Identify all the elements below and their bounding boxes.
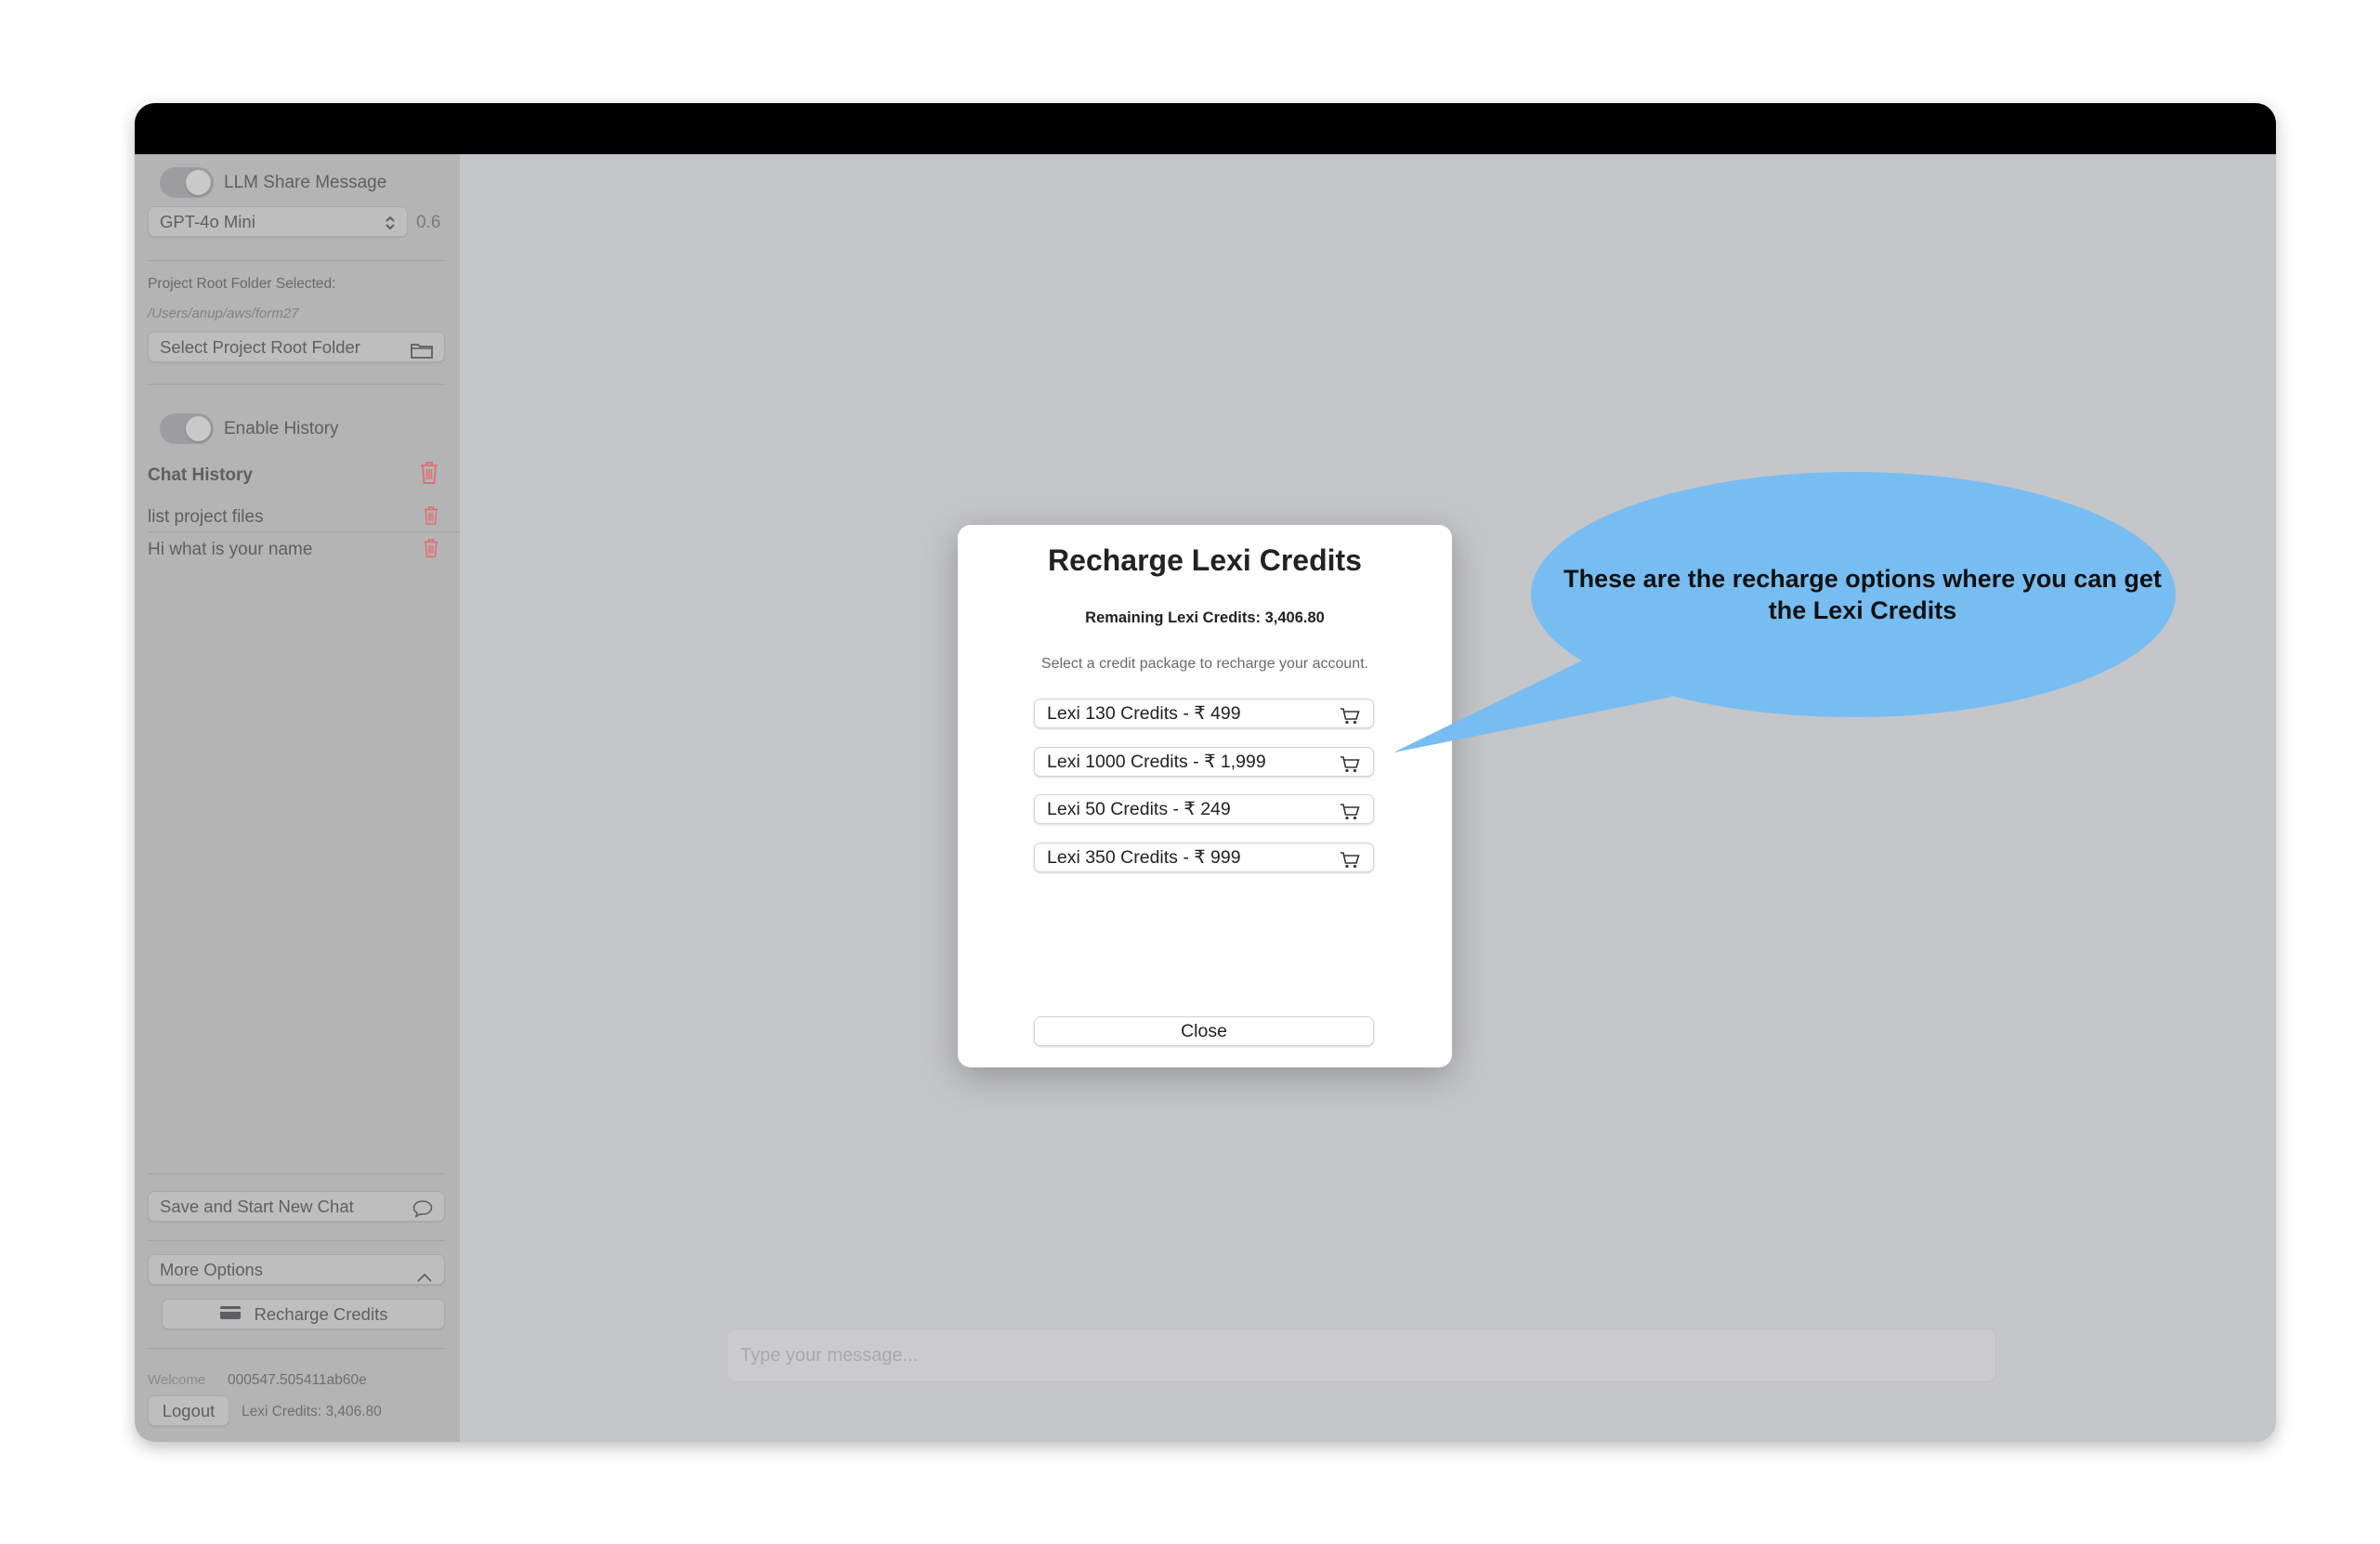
enable-history-toggle[interactable]: [160, 413, 214, 444]
package-label: Lexi 50 Credits - ₹ 249: [1047, 799, 1231, 819]
recharge-credits-button[interactable]: Recharge Credits: [162, 1299, 445, 1329]
modal-title: Recharge Lexi Credits: [1048, 543, 1362, 577]
chevron-up-icon: [416, 1263, 433, 1291]
logout-button[interactable]: Logout: [148, 1395, 229, 1426]
cart-icon: [1340, 849, 1360, 877]
divider: [148, 1240, 445, 1241]
delete-history-trash-icon[interactable]: [423, 505, 443, 530]
welcome-label: Welcome: [148, 1372, 206, 1388]
clear-history-trash-icon[interactable]: [419, 461, 439, 485]
llm-share-label: LLM Share Message: [224, 173, 387, 192]
select-project-folder-button[interactable]: Select Project Root Folder: [148, 332, 445, 362]
delete-history-trash-icon[interactable]: [423, 538, 443, 562]
select-folder-label: Select Project Root Folder: [160, 337, 360, 357]
recharge-modal: Recharge Lexi Credits Remaining Lexi Cre…: [958, 525, 1452, 1067]
more-options-toggle[interactable]: More Options: [148, 1254, 445, 1285]
close-button[interactable]: Close: [1034, 1016, 1374, 1046]
title-bar: [135, 103, 2276, 154]
history-item-label: Hi what is your name: [148, 540, 313, 559]
divider: [148, 531, 462, 532]
model-select-value: GPT-4o Mini: [160, 212, 255, 231]
user-id: 000547.505411ab60e: [228, 1372, 367, 1388]
project-root-path: /Users/anup/aws/form27: [148, 306, 299, 321]
credits-balance: Lexi Credits: 3,406.80: [242, 1404, 382, 1420]
temperature-value: 0.6: [416, 213, 441, 232]
cart-icon: [1340, 753, 1360, 781]
history-item-label: list project files: [148, 507, 264, 527]
save-new-chat-label: Save and Start New Chat: [160, 1197, 354, 1216]
package-label: Lexi 1000 Credits - ₹ 1,999: [1047, 752, 1266, 772]
enable-history-label: Enable History: [224, 419, 339, 438]
callout-text: These are the recharge options where you…: [1563, 565, 2162, 624]
more-options-label: More Options: [160, 1260, 264, 1279]
modal-instruction: Select a credit package to recharge your…: [1040, 656, 1369, 672]
project-root-label: Project Root Folder Selected:: [148, 276, 336, 292]
sidebar: LLM Share Message GPT-4o Mini 0.6 Projec…: [135, 154, 462, 1442]
chat-history-heading: Chat History: [148, 465, 253, 485]
message-input[interactable]: Type your message...: [726, 1328, 1996, 1382]
package-button[interactable]: Lexi 50 Credits - ₹ 249: [1034, 794, 1374, 824]
folder-icon: [411, 338, 433, 367]
divider: [148, 260, 445, 261]
package-button[interactable]: Lexi 350 Credits - ₹ 999: [1034, 843, 1374, 872]
package-label: Lexi 130 Credits - ₹ 499: [1047, 703, 1241, 724]
chat-bubble-icon: [412, 1197, 433, 1226]
remaining-credits: Remaining Lexi Credits: 3,406.80: [1085, 609, 1325, 626]
divider: [148, 384, 445, 385]
divider: [148, 1173, 445, 1174]
llm-share-toggle[interactable]: [160, 167, 214, 198]
cart-icon: [1340, 705, 1360, 733]
save-start-new-chat-button[interactable]: Save and Start New Chat: [148, 1191, 445, 1222]
recharge-credits-label: Recharge Credits: [254, 1304, 388, 1324]
package-button[interactable]: Lexi 130 Credits - ₹ 499: [1034, 699, 1374, 728]
package-button[interactable]: Lexi 1000 Credits - ₹ 1,999: [1034, 747, 1374, 777]
package-label: Lexi 350 Credits - ₹ 999: [1047, 847, 1241, 868]
cart-icon: [1340, 801, 1360, 829]
divider: [148, 1348, 445, 1349]
credit-card-icon: [219, 1300, 242, 1328]
model-select[interactable]: GPT-4o Mini: [148, 206, 408, 237]
select-arrows-icon: [385, 212, 396, 241]
